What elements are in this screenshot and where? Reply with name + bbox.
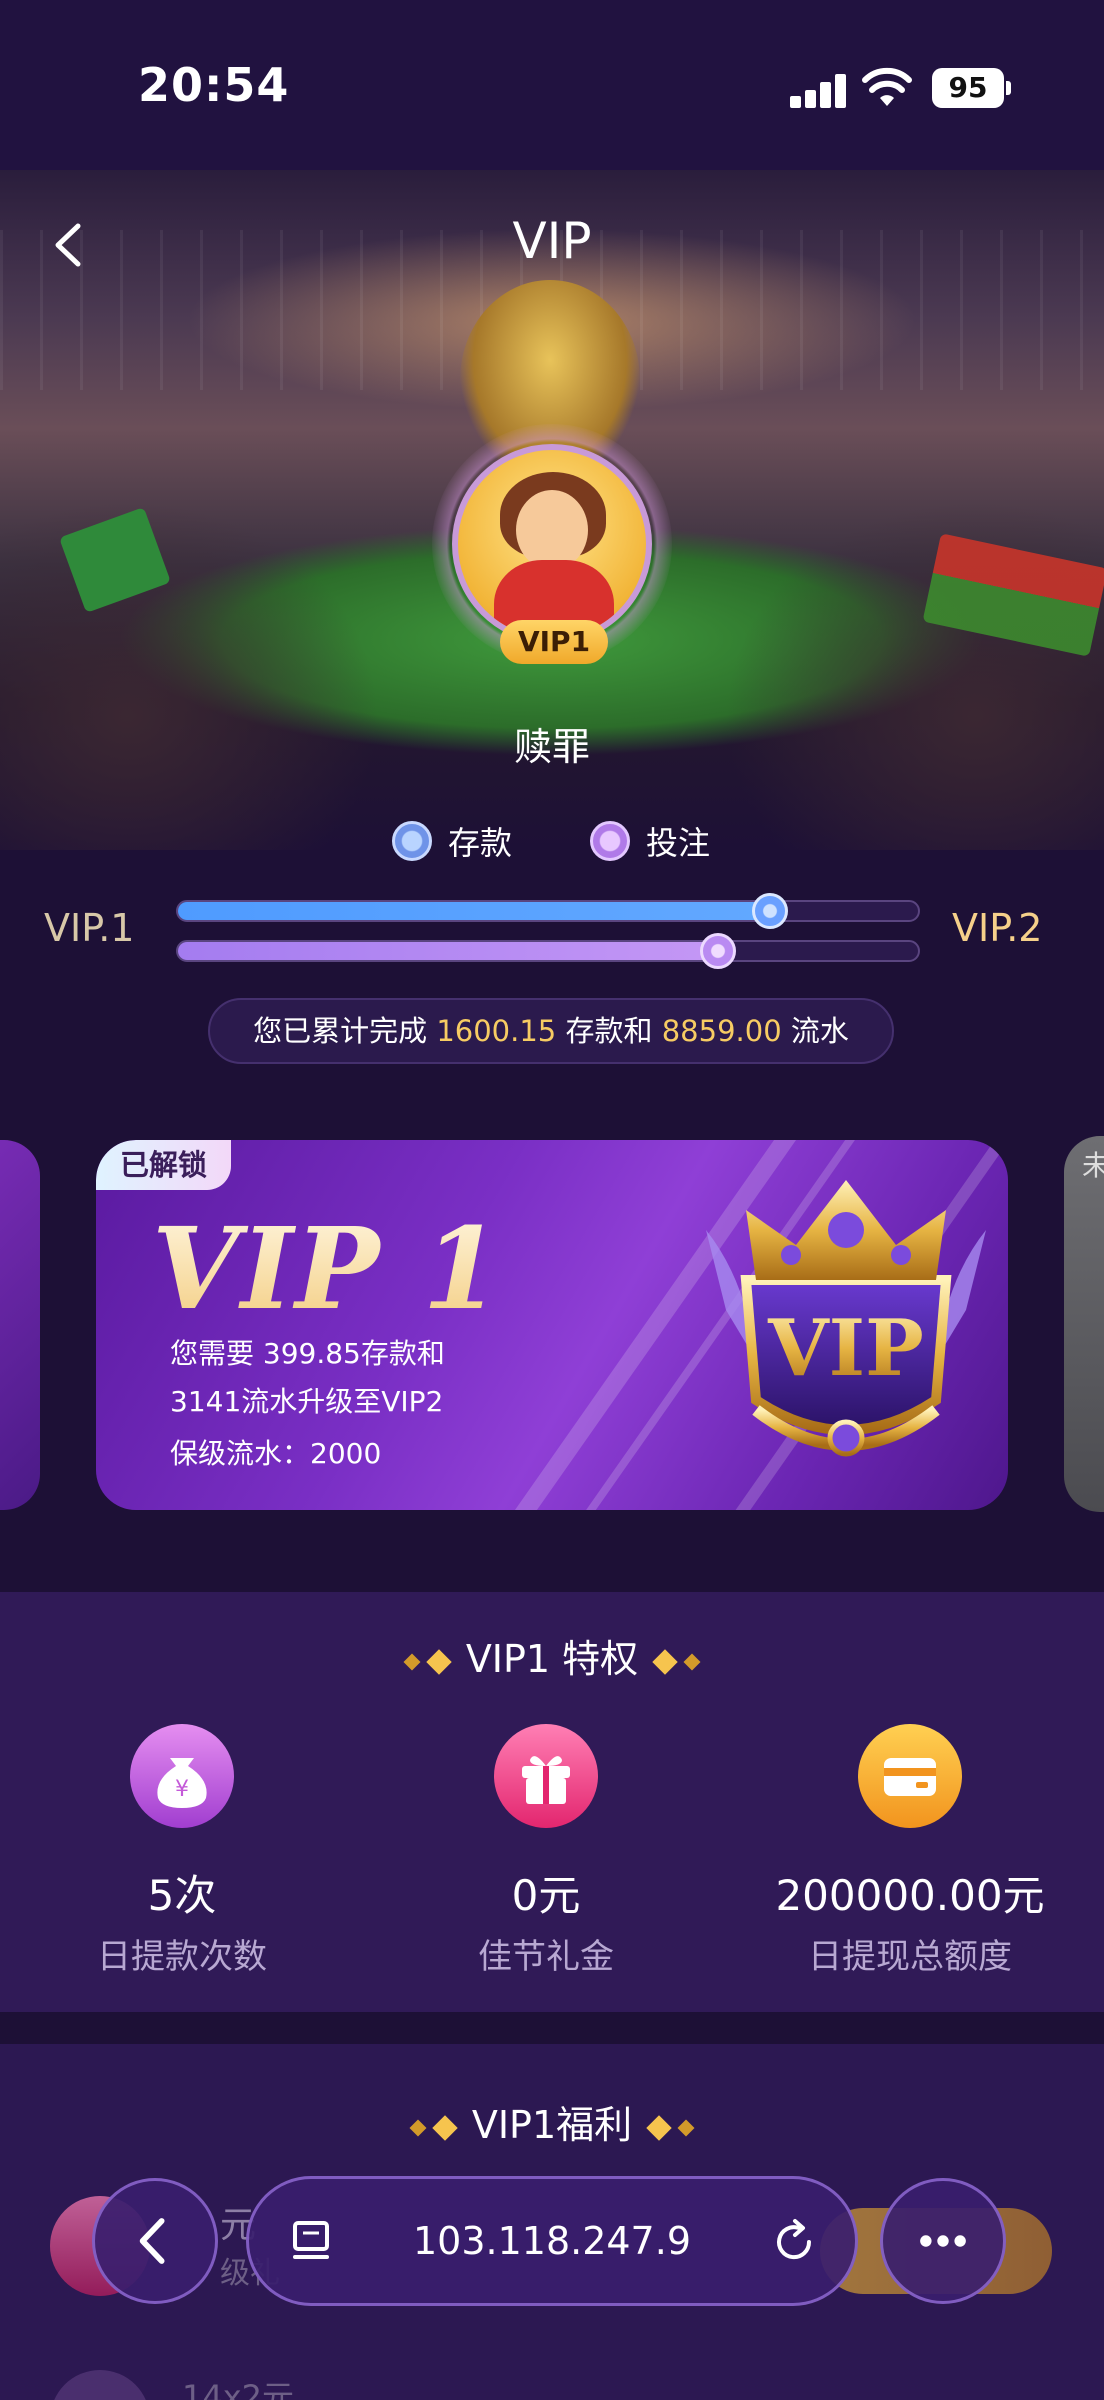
- next-vip-card[interactable]: 未: [1064, 1136, 1104, 1512]
- diamond-icon: [403, 1653, 421, 1670]
- vip-level-badge: VIP1: [500, 620, 608, 664]
- previous-vip-card[interactable]: [0, 1140, 40, 1510]
- summary-deposit-amount: 1600.15: [436, 1014, 557, 1048]
- reload-icon[interactable]: [769, 2217, 819, 2267]
- next-card-tag: 未: [1082, 1149, 1104, 1182]
- status-time: 20:54: [138, 58, 290, 112]
- diamond-icon: [677, 2119, 695, 2136]
- summary-suffix: 流水: [790, 1014, 849, 1048]
- privilege-label: 佳节礼金: [478, 1937, 614, 1977]
- card-retention-turnover: 保级流水：2000: [170, 1437, 382, 1470]
- privilege-withdraw-times: ¥ 5次 日提款次数: [32, 1724, 332, 1978]
- bet-dot-icon: [590, 821, 630, 861]
- unlocked-tag: 已解锁: [96, 1140, 232, 1190]
- legend-deposit: 存款: [392, 818, 512, 864]
- privilege-value: 5次: [147, 1871, 217, 1920]
- diamond-icon: [683, 1653, 701, 1670]
- progress-summary: 您已累计完成 1600.15 存款和 8859.00 流水: [208, 998, 894, 1064]
- diamond-icon: [425, 1648, 452, 1675]
- card-requirement-line2: 3141流水升级至VIP2: [170, 1385, 444, 1418]
- page-title: VIP: [512, 212, 592, 270]
- crowd-left: [0, 500, 380, 850]
- bet-progress-fill: [178, 942, 719, 960]
- deposit-progress-bar: [176, 893, 920, 929]
- card-requirement-line1: 您需要 399.85存款和: [170, 1337, 445, 1370]
- battery-indicator: 95: [932, 68, 1011, 108]
- privilege-value: 0元: [511, 1871, 581, 1920]
- vip-level-card[interactable]: 已解锁 VIP 1 您需要 399.85存款和 3141流水升级至VIP2 保级…: [96, 1140, 1008, 1510]
- more-dots-icon: [920, 2235, 966, 2247]
- diamond-icon: [646, 2114, 672, 2141]
- bet-progress-bar: [176, 933, 920, 969]
- vip-crown-emblem-icon: VIP: [706, 1180, 986, 1457]
- privilege-daily-limit: 200000.00元 日提现总额度: [760, 1724, 1060, 1978]
- diamond-icon: [652, 1648, 679, 1675]
- gift-icon: [494, 1724, 598, 1828]
- svg-text:¥: ¥: [175, 1777, 189, 1802]
- privilege-label: 日提现总额度: [808, 1937, 1012, 1977]
- browser-url: 103.118.247.9: [412, 2219, 691, 2263]
- card-level-title: VIP 1: [152, 1204, 503, 1335]
- summary-middle: 存款和: [565, 1014, 653, 1048]
- crowd-right: [724, 500, 1104, 850]
- browser-address-bar[interactable]: 103.118.247.9: [246, 2176, 858, 2306]
- welfare-title-row: VIP1福利: [0, 2094, 1104, 2149]
- summary-turnover-amount: 8859.00: [661, 1014, 782, 1048]
- svg-text:VIP: VIP: [767, 1303, 924, 1394]
- welfare-title: VIP1福利: [471, 2103, 633, 2147]
- privileges-title-row: VIP1 特权: [0, 1628, 1104, 1683]
- progress-legend: 存款 投注: [0, 818, 1104, 868]
- legend-bet: 投注: [590, 818, 710, 864]
- diamond-icon: [409, 2119, 427, 2136]
- wallet-card-icon: [858, 1724, 962, 1828]
- summary-prefix: 您已累计完成: [253, 1014, 428, 1048]
- legend-deposit-label: 存款: [448, 824, 513, 862]
- avatar[interactable]: [452, 444, 652, 644]
- status-bar: 20:54 95: [0, 0, 1104, 170]
- money-bag-icon: ¥: [130, 1724, 234, 1828]
- privilege-label: 日提款次数: [97, 1937, 267, 1977]
- diamond-icon: [432, 2114, 458, 2141]
- welfare-row2-amount: 14x2元: [182, 2378, 295, 2400]
- current-level-label: VIP.1: [44, 906, 135, 950]
- deposit-dot-icon: [392, 821, 432, 861]
- deposit-progress-knob: [752, 893, 788, 929]
- browser-back-button[interactable]: [92, 2178, 218, 2304]
- deposit-progress-fill: [178, 902, 770, 920]
- next-level-label: VIP.2: [952, 906, 1043, 950]
- privilege-value: 200000.00元: [775, 1871, 1045, 1920]
- signal-icon: [790, 72, 848, 108]
- legend-bet-label: 投注: [646, 824, 711, 862]
- privilege-holiday-gift: 0元 佳节礼金: [396, 1724, 696, 1978]
- bet-progress-knob: [700, 933, 737, 969]
- wifi-icon: [862, 67, 912, 106]
- username: 赎罪: [513, 725, 590, 769]
- browser-more-button[interactable]: [880, 2178, 1006, 2304]
- privileges-title: VIP1 特权: [465, 1637, 639, 1681]
- chevron-left-icon: [139, 2218, 165, 2264]
